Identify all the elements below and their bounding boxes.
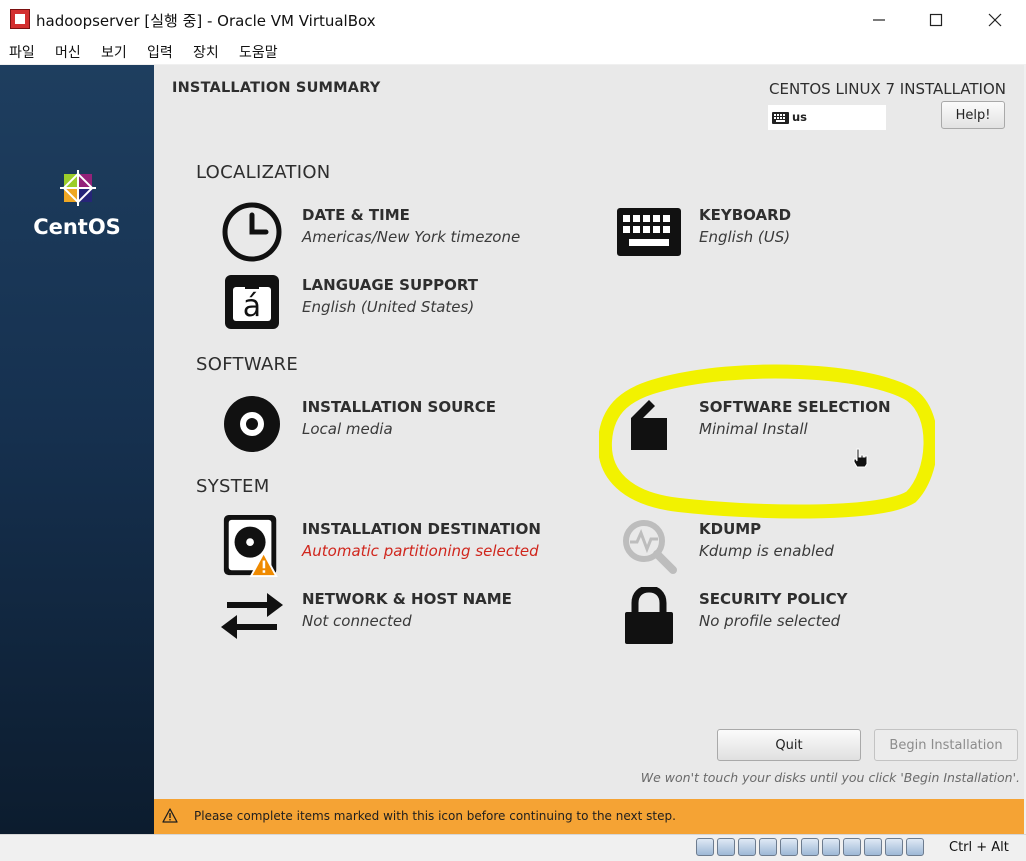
spoke-keyboard[interactable]: KEYBOARD English (US) bbox=[617, 200, 997, 264]
warning-bar: Please complete items marked with this i… bbox=[154, 799, 1024, 834]
disc-icon bbox=[220, 392, 284, 456]
minimize-icon bbox=[873, 19, 885, 21]
spoke-status: Americas/New York timezone bbox=[302, 228, 521, 246]
keyboard-layout-indicator[interactable]: us bbox=[768, 105, 886, 130]
spoke-installation-destination[interactable]: INSTALLATION DESTINATION Automatic parti… bbox=[220, 514, 600, 578]
menu-devices[interactable]: 장치 bbox=[193, 42, 219, 62]
kdump-search-icon bbox=[617, 514, 681, 578]
warning-triangle-icon bbox=[162, 808, 178, 823]
section-localization: LOCALIZATION bbox=[196, 162, 331, 183]
spoke-title: KEYBOARD bbox=[699, 206, 792, 224]
centos-brand-text: CentOS bbox=[33, 215, 121, 239]
spoke-language-support[interactable]: á LANGUAGE SUPPORT English (United State… bbox=[220, 270, 600, 334]
installer-sidebar: CentOS bbox=[0, 65, 154, 835]
spoke-software-selection[interactable]: SOFTWARE SELECTION Minimal Install bbox=[617, 392, 997, 456]
spoke-title: LANGUAGE SUPPORT bbox=[302, 276, 478, 294]
spoke-network-host-name[interactable]: NETWORK & HOST NAME Not connected bbox=[220, 584, 600, 648]
spoke-status: Minimal Install bbox=[699, 420, 808, 438]
menu-help[interactable]: 도움말 bbox=[239, 42, 278, 62]
shared-folders-icon[interactable] bbox=[801, 838, 819, 856]
spoke-title: INSTALLATION DESTINATION bbox=[302, 520, 541, 538]
video-capture-icon[interactable] bbox=[843, 838, 861, 856]
spoke-title: SECURITY POLICY bbox=[699, 590, 848, 608]
spoke-security-policy[interactable]: SECURITY POLICY No profile selected bbox=[617, 584, 997, 648]
lock-icon bbox=[617, 584, 681, 648]
section-software: SOFTWARE bbox=[196, 354, 299, 375]
installation-summary-panel: INSTALLATION SUMMARY CENTOS LINUX 7 INST… bbox=[154, 65, 1024, 800]
product-title: CENTOS LINUX 7 INSTALLATION bbox=[769, 80, 1006, 98]
vm-status-bar: Ctrl + Alt bbox=[0, 834, 1026, 861]
spoke-status: Not connected bbox=[302, 612, 412, 630]
close-icon bbox=[988, 13, 1002, 27]
spoke-status: English (US) bbox=[699, 228, 791, 246]
language-icon: á bbox=[220, 270, 284, 334]
page-title: INSTALLATION SUMMARY bbox=[172, 80, 381, 96]
help-button[interactable]: Help! bbox=[941, 101, 1005, 129]
spoke-installation-source[interactable]: INSTALLATION SOURCE Local media bbox=[220, 392, 600, 456]
menu-bar: 파일 머신 보기 입력 장치 도움말 bbox=[0, 40, 1026, 64]
menu-file[interactable]: 파일 bbox=[9, 42, 35, 62]
optical-drive-icon[interactable] bbox=[717, 838, 735, 856]
section-system: SYSTEM bbox=[196, 476, 270, 497]
cpu-icon[interactable] bbox=[864, 838, 882, 856]
spoke-status: Local media bbox=[302, 420, 393, 438]
spoke-status-warning: Automatic partitioning selected bbox=[302, 542, 539, 560]
host-key-icon[interactable] bbox=[906, 838, 924, 856]
menu-view[interactable]: 보기 bbox=[101, 42, 127, 62]
close-button[interactable] bbox=[966, 0, 1024, 40]
svg-text:á: á bbox=[243, 289, 261, 324]
window-titlebar: hadoopserver [실행 중] - Oracle VM VirtualB… bbox=[0, 0, 1026, 41]
mouse-integration-icon[interactable] bbox=[885, 838, 903, 856]
spoke-title: DATE & TIME bbox=[302, 206, 410, 224]
audio-icon[interactable] bbox=[738, 838, 756, 856]
minimize-button[interactable] bbox=[850, 0, 908, 40]
menu-input[interactable]: 입력 bbox=[147, 42, 173, 62]
spoke-title: NETWORK & HOST NAME bbox=[302, 590, 512, 608]
usb-icon[interactable] bbox=[780, 838, 798, 856]
centos-logo-icon bbox=[60, 170, 96, 206]
network-arrows-icon bbox=[220, 584, 284, 648]
maximize-icon bbox=[929, 13, 943, 27]
maximize-button[interactable] bbox=[907, 0, 965, 40]
package-icon bbox=[617, 392, 681, 456]
spoke-status: Kdump is enabled bbox=[699, 542, 834, 560]
virtualbox-app-icon bbox=[10, 9, 30, 29]
display-icon[interactable] bbox=[822, 838, 840, 856]
network-icon[interactable] bbox=[759, 838, 777, 856]
quit-button[interactable]: Quit bbox=[717, 729, 861, 761]
keyboard-layout-label: us bbox=[792, 110, 808, 124]
spoke-title: SOFTWARE SELECTION bbox=[699, 398, 891, 416]
spoke-date-time[interactable]: DATE & TIME Americas/New York timezone bbox=[220, 200, 600, 264]
spoke-title: INSTALLATION SOURCE bbox=[302, 398, 497, 416]
spoke-kdump[interactable]: KDUMP Kdump is enabled bbox=[617, 514, 997, 578]
spoke-status: English (United States) bbox=[302, 298, 475, 316]
host-key-label: Ctrl + Alt bbox=[949, 840, 1009, 855]
clock-icon bbox=[220, 200, 284, 264]
disk-safety-note: We won't touch your disks until you clic… bbox=[640, 770, 1020, 785]
spoke-status: No profile selected bbox=[699, 612, 841, 630]
hard-disk-activity-icon[interactable] bbox=[696, 838, 714, 856]
begin-installation-button[interactable]: Begin Installation bbox=[874, 729, 1018, 761]
keyboard-small-icon bbox=[772, 112, 789, 124]
menu-machine[interactable]: 머신 bbox=[55, 42, 81, 62]
hard-disk-icon bbox=[220, 514, 284, 578]
keyboard-icon bbox=[617, 200, 681, 264]
warning-message: Please complete items marked with this i… bbox=[194, 809, 676, 823]
window-title: hadoopserver [실행 중] - Oracle VM VirtualB… bbox=[36, 12, 376, 30]
device-tray bbox=[696, 838, 924, 856]
hand-cursor-icon bbox=[853, 448, 868, 468]
spoke-title: KDUMP bbox=[699, 520, 762, 538]
